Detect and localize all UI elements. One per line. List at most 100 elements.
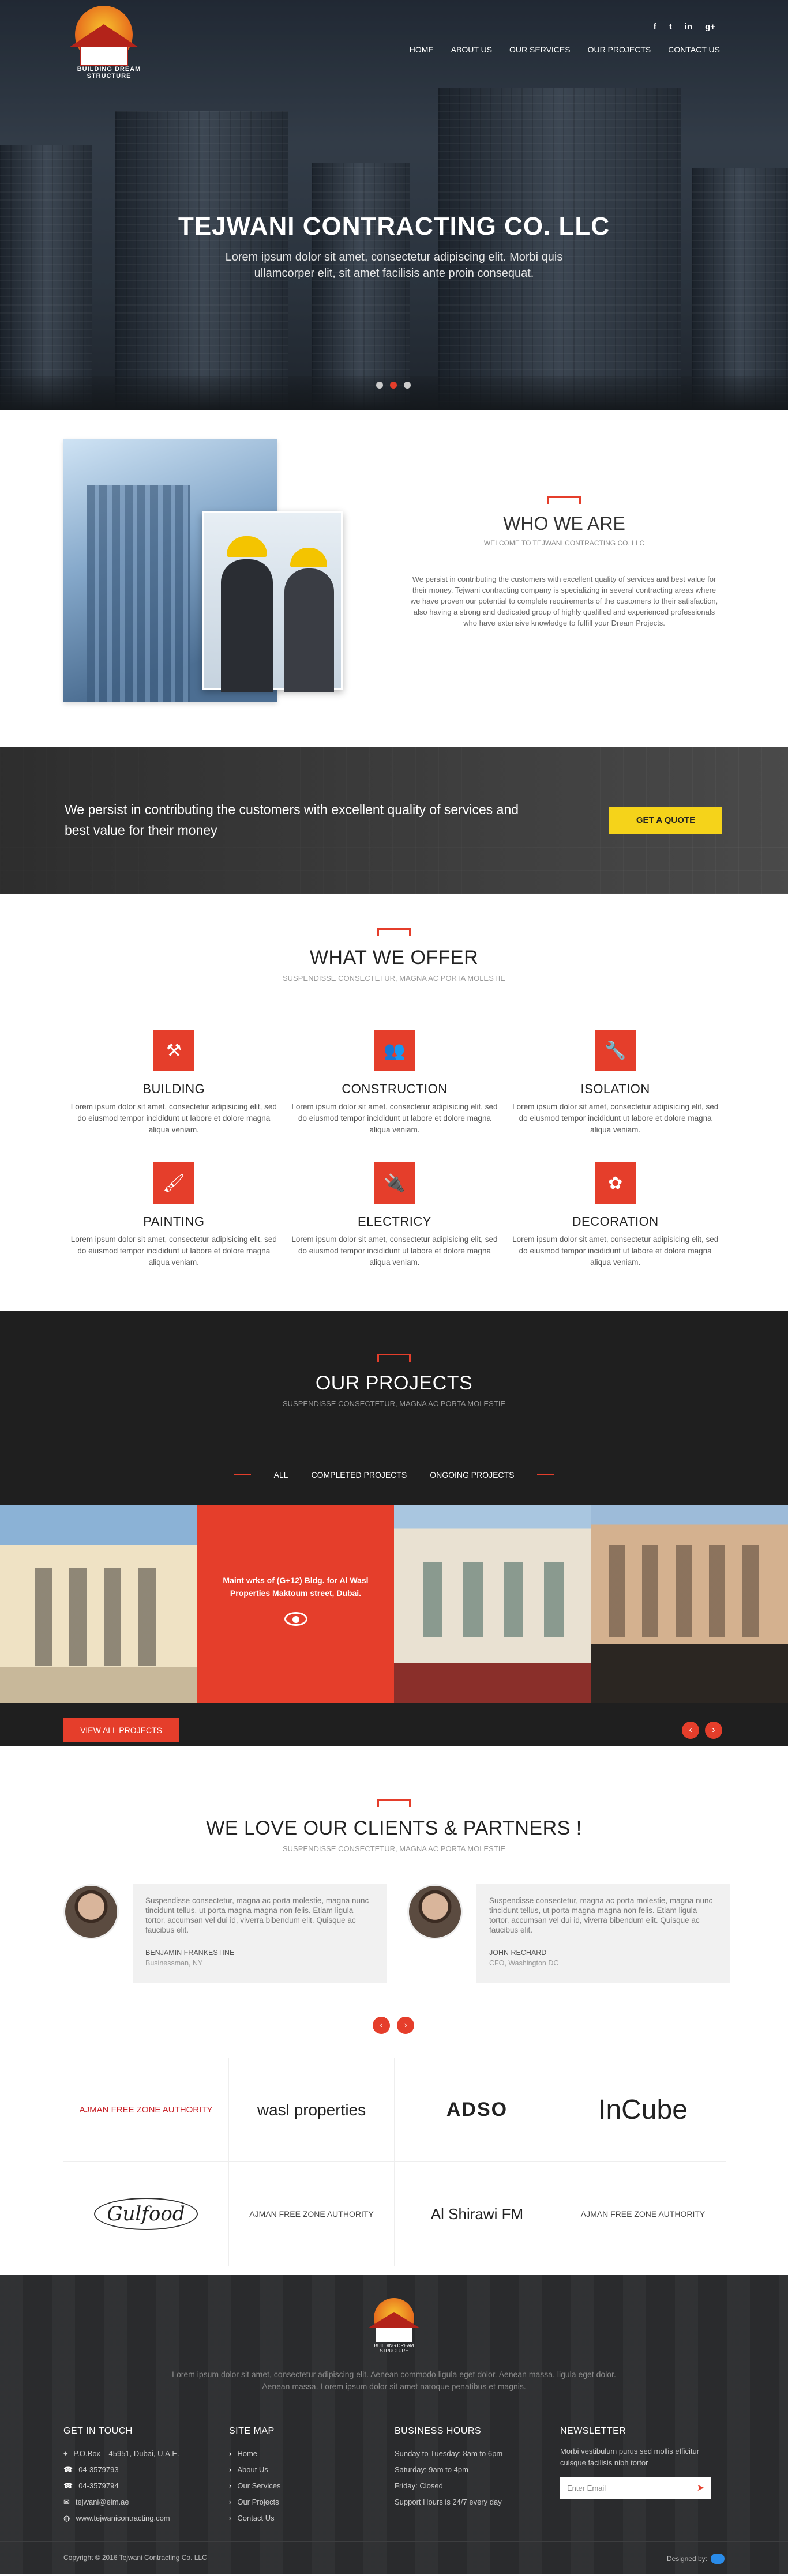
ajman-free-zone-logo: AJMAN FREE ZONE AUTHORITY — [79, 2105, 213, 2115]
project-thumb[interactable] — [0, 1505, 197, 1703]
workers-icon: 👥 — [373, 1030, 415, 1071]
phone-icon: ☎ — [63, 2465, 73, 2474]
wasl-properties-logo: wasl properties — [257, 2100, 366, 2119]
facebook-icon[interactable]: f — [654, 22, 656, 32]
chevron-right-icon: › — [229, 2465, 232, 2474]
get-a-quote-button[interactable]: GET A QUOTE — [609, 807, 722, 834]
designed-by: Designed by: — [667, 2554, 725, 2564]
linkedin-icon[interactable]: in — [685, 22, 692, 32]
chevron-right-icon: › — [229, 2449, 232, 2458]
footer-sitemap: SITE MAP › Home › About Us › Our Services ›… — [229, 2426, 395, 2526]
footer-logo[interactable]: BUILDING DREAM STRUCTURE — [362, 2298, 426, 2353]
service-text: Lorem ipsum dolor sit amet, consectetur … — [512, 1102, 719, 1134]
footer-bottom-bar: Copyright © 2016 Tejwani Contracting Co.… — [0, 2541, 788, 2574]
service-text: Lorem ipsum dolor sit amet, consectetur … — [70, 1102, 277, 1134]
paint-roller-icon: 🖌 — [153, 1162, 195, 1204]
slider-dot-2[interactable] — [390, 382, 397, 389]
main-nav: HOME ABOUT US OUR SERVICES OUR PROJECTS … — [410, 45, 720, 54]
section-accent-mark — [377, 928, 411, 936]
quote-band: We persist in contributing the customers… — [0, 747, 788, 894]
site-logo[interactable]: BUILDING DREAM STRUCTURE — [62, 6, 155, 80]
service-text: Lorem ipsum dolor sit amet, consectetur … — [291, 1102, 498, 1134]
partner-cell: AJMAN FREE ZONE AUTHORITY — [560, 2162, 726, 2266]
nav-our-projects[interactable]: OUR PROJECTS — [588, 45, 651, 54]
slider-dot-1[interactable] — [376, 382, 383, 389]
slider-dots — [376, 382, 411, 389]
newsletter-email-field[interactable]: Enter Email ➤ — [560, 2477, 711, 2499]
chevron-right-icon[interactable]: › — [397, 2017, 414, 2034]
logo-tagline: BUILDING DREAM STRUCTURE — [77, 66, 141, 80]
footer-heading: SITE MAP — [229, 2426, 275, 2436]
email-placeholder[interactable]: Enter Email — [567, 2484, 606, 2492]
testimonial-text: Suspendisse consectetur, magna ac porta … — [489, 1896, 713, 1934]
who-subtitle: WELCOME TO TEJWANI CONTRACTING CO. LLC — [483, 539, 645, 547]
testimonial-arrows: ‹ › — [373, 2017, 414, 2034]
footer-contact: GET IN TOUCH ⌖ P.O.Box – 45951, Dubai, U.… — [63, 2426, 229, 2526]
designer-logo[interactable] — [711, 2554, 725, 2564]
partner-cell: ADSO — [395, 2058, 560, 2162]
slider-dot-3[interactable] — [404, 382, 411, 389]
project-thumb[interactable] — [394, 1505, 591, 1703]
who-we-are-section: WHO WE ARE WELCOME TO TEJWANI CONTRACTIN… — [0, 410, 788, 747]
footer-fax[interactable]: 04-3579794 — [78, 2481, 118, 2490]
footer-address: P.O.Box – 45951, Dubai, U.A.E. — [73, 2449, 179, 2458]
testimonial-name: BENJAMIN FRANKESTINE — [145, 1949, 235, 1957]
service-card-painting: 🖌 PAINTING Lorem ipsum dolor sit amet, c… — [63, 1162, 284, 1268]
sitemap-link[interactable]: Our Projects — [237, 2498, 279, 2506]
filter-completed[interactable]: COMPLETED PROJECTS — [311, 1470, 407, 1479]
testimonial-role: CFO, Washington DC — [489, 1959, 559, 1967]
project-filters: ALL COMPLETED PROJECTS ONGOING PROJECTS — [0, 1470, 788, 1479]
send-icon[interactable]: ➤ — [697, 2482, 704, 2494]
view-all-projects-button[interactable]: VIEW ALL PROJECTS — [63, 1718, 179, 1742]
footer-heading: GET IN TOUCH — [63, 2426, 133, 2436]
sitemap-link[interactable]: Contact Us — [237, 2514, 274, 2522]
sitemap-link[interactable]: Home — [237, 2449, 257, 2458]
project-thumb[interactable] — [591, 1505, 788, 1703]
service-card-construction: 👥 CONSTRUCTION Lorem ipsum dolor sit ame… — [284, 1030, 505, 1136]
project-thumb-hover[interactable]: Maint wrks of (G+12) Bldg. for Al Wasl P… — [197, 1505, 394, 1703]
globe-icon: ◍ — [63, 2514, 70, 2522]
chevron-right-icon[interactable]: › — [705, 1722, 722, 1739]
service-title: DECORATION — [572, 1214, 659, 1229]
footer-email[interactable]: tejwani@eim.ae — [76, 2498, 129, 2506]
chevron-left-icon[interactable]: ‹ — [682, 1722, 699, 1739]
newsletter-text: Morbi vestibulum purus sed mollis effici… — [560, 2447, 700, 2467]
nav-our-services[interactable]: OUR SERVICES — [509, 45, 571, 54]
sitemap-link[interactable]: Our Services — [237, 2481, 280, 2490]
avatar — [407, 1884, 463, 1939]
partner-cell: Al Shirawi FM — [395, 2162, 560, 2266]
filter-ongoing[interactable]: ONGOING PROJECTS — [430, 1470, 514, 1479]
chevron-left-icon[interactable]: ‹ — [373, 2017, 390, 2034]
hero-title: TEJWANI CONTRACTING CO. LLC — [178, 212, 610, 240]
service-card-decoration: ✿ DECORATION Lorem ipsum dolor sit amet,… — [505, 1162, 726, 1268]
footer-website[interactable]: www.tejwanicontracting.com — [76, 2514, 170, 2522]
copyright: Copyright © 2016 Tejwani Contracting Co.… — [63, 2554, 207, 2562]
service-title: ELECTRICY — [358, 1214, 431, 1229]
ajman-free-zone-logo-2: AJMAN FREE ZONE AUTHORITY — [249, 2209, 374, 2219]
nav-home[interactable]: HOME — [410, 45, 434, 54]
eye-icon[interactable] — [284, 1612, 307, 1626]
google-plus-icon[interactable]: g+ — [705, 22, 715, 32]
nav-contact-us[interactable]: CONTACT US — [668, 45, 720, 54]
project-arrows: ‹ › — [682, 1722, 722, 1739]
gulfood-logo: Gulfood — [94, 2198, 198, 2230]
project-gallery: Maint wrks of (G+12) Bldg. for Al Wasl P… — [0, 1505, 788, 1703]
footer-phone[interactable]: 04-3579793 — [78, 2465, 118, 2474]
sitemap-link[interactable]: About Us — [237, 2465, 268, 2474]
service-card-isolation: 🔧 ISOLATION Lorem ipsum dolor sit amet, … — [505, 1030, 726, 1136]
offer-subtitle: SUSPENDISSE CONSECTETUR, MAGNA AC PORTA … — [283, 974, 505, 982]
incube-logo: InCube — [598, 2095, 688, 2125]
flower-icon: ✿ — [594, 1162, 636, 1204]
chevron-right-icon: › — [229, 2481, 232, 2490]
who-body: We persist in contributing the customers… — [410, 575, 718, 627]
twitter-icon[interactable]: t — [669, 22, 672, 32]
service-text: Lorem ipsum dolor sit amet, consectetur … — [291, 1235, 498, 1267]
designed-by-label: Designed by: — [666, 2555, 707, 2563]
footer-heading: NEWSLETTER — [560, 2426, 626, 2436]
filter-all[interactable]: ALL — [274, 1470, 288, 1479]
testimonial-text: Suspendisse consectetur, magna ac porta … — [145, 1896, 369, 1934]
our-projects-section: OUR PROJECTS SUSPENDISSE CONSECTETUR, MA… — [0, 1311, 788, 1746]
nav-about-us[interactable]: ABOUT US — [451, 45, 492, 54]
partner-cell: AJMAN FREE ZONE AUTHORITY — [63, 2058, 229, 2162]
hours-line: Sunday to Tuesday: 8am to 6pm — [395, 2449, 503, 2458]
